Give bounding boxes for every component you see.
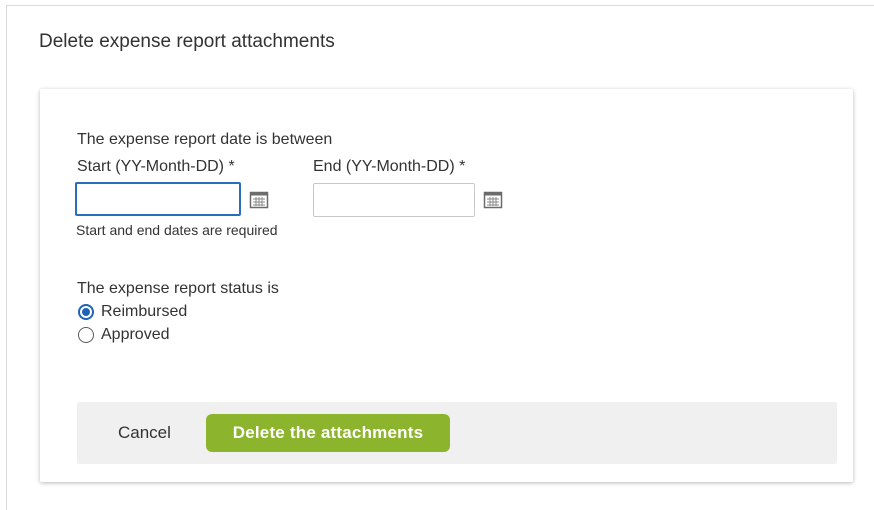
end-calendar-icon[interactable] xyxy=(483,190,503,210)
date-range-heading: The expense report date is between xyxy=(77,131,333,148)
cancel-button[interactable]: Cancel xyxy=(118,423,171,443)
radio-button-checked[interactable] xyxy=(78,304,94,320)
delete-attachments-button[interactable]: Delete the attachments xyxy=(206,414,450,452)
start-date-input[interactable] xyxy=(75,182,241,216)
start-date-label: Start (YY-Month-DD) * xyxy=(77,158,235,175)
form-footer: Cancel Delete the attachments xyxy=(77,402,837,464)
end-date-label: End (YY-Month-DD) * xyxy=(313,158,466,175)
radio-approved[interactable]: Approved xyxy=(78,326,170,344)
end-date-input[interactable] xyxy=(313,183,475,217)
radio-reimbursed[interactable]: Reimbursed xyxy=(78,303,187,321)
radio-approved-label: Approved xyxy=(101,326,170,343)
start-calendar-icon[interactable] xyxy=(249,190,269,210)
date-validation-message: Start and end dates are required xyxy=(76,222,278,238)
page-title: Delete expense report attachments xyxy=(39,31,335,52)
status-heading: The expense report status is xyxy=(77,280,279,297)
radio-button-unchecked[interactable] xyxy=(78,327,94,343)
form-card: The expense report date is between Start… xyxy=(40,89,853,482)
radio-reimbursed-label: Reimbursed xyxy=(101,303,188,320)
